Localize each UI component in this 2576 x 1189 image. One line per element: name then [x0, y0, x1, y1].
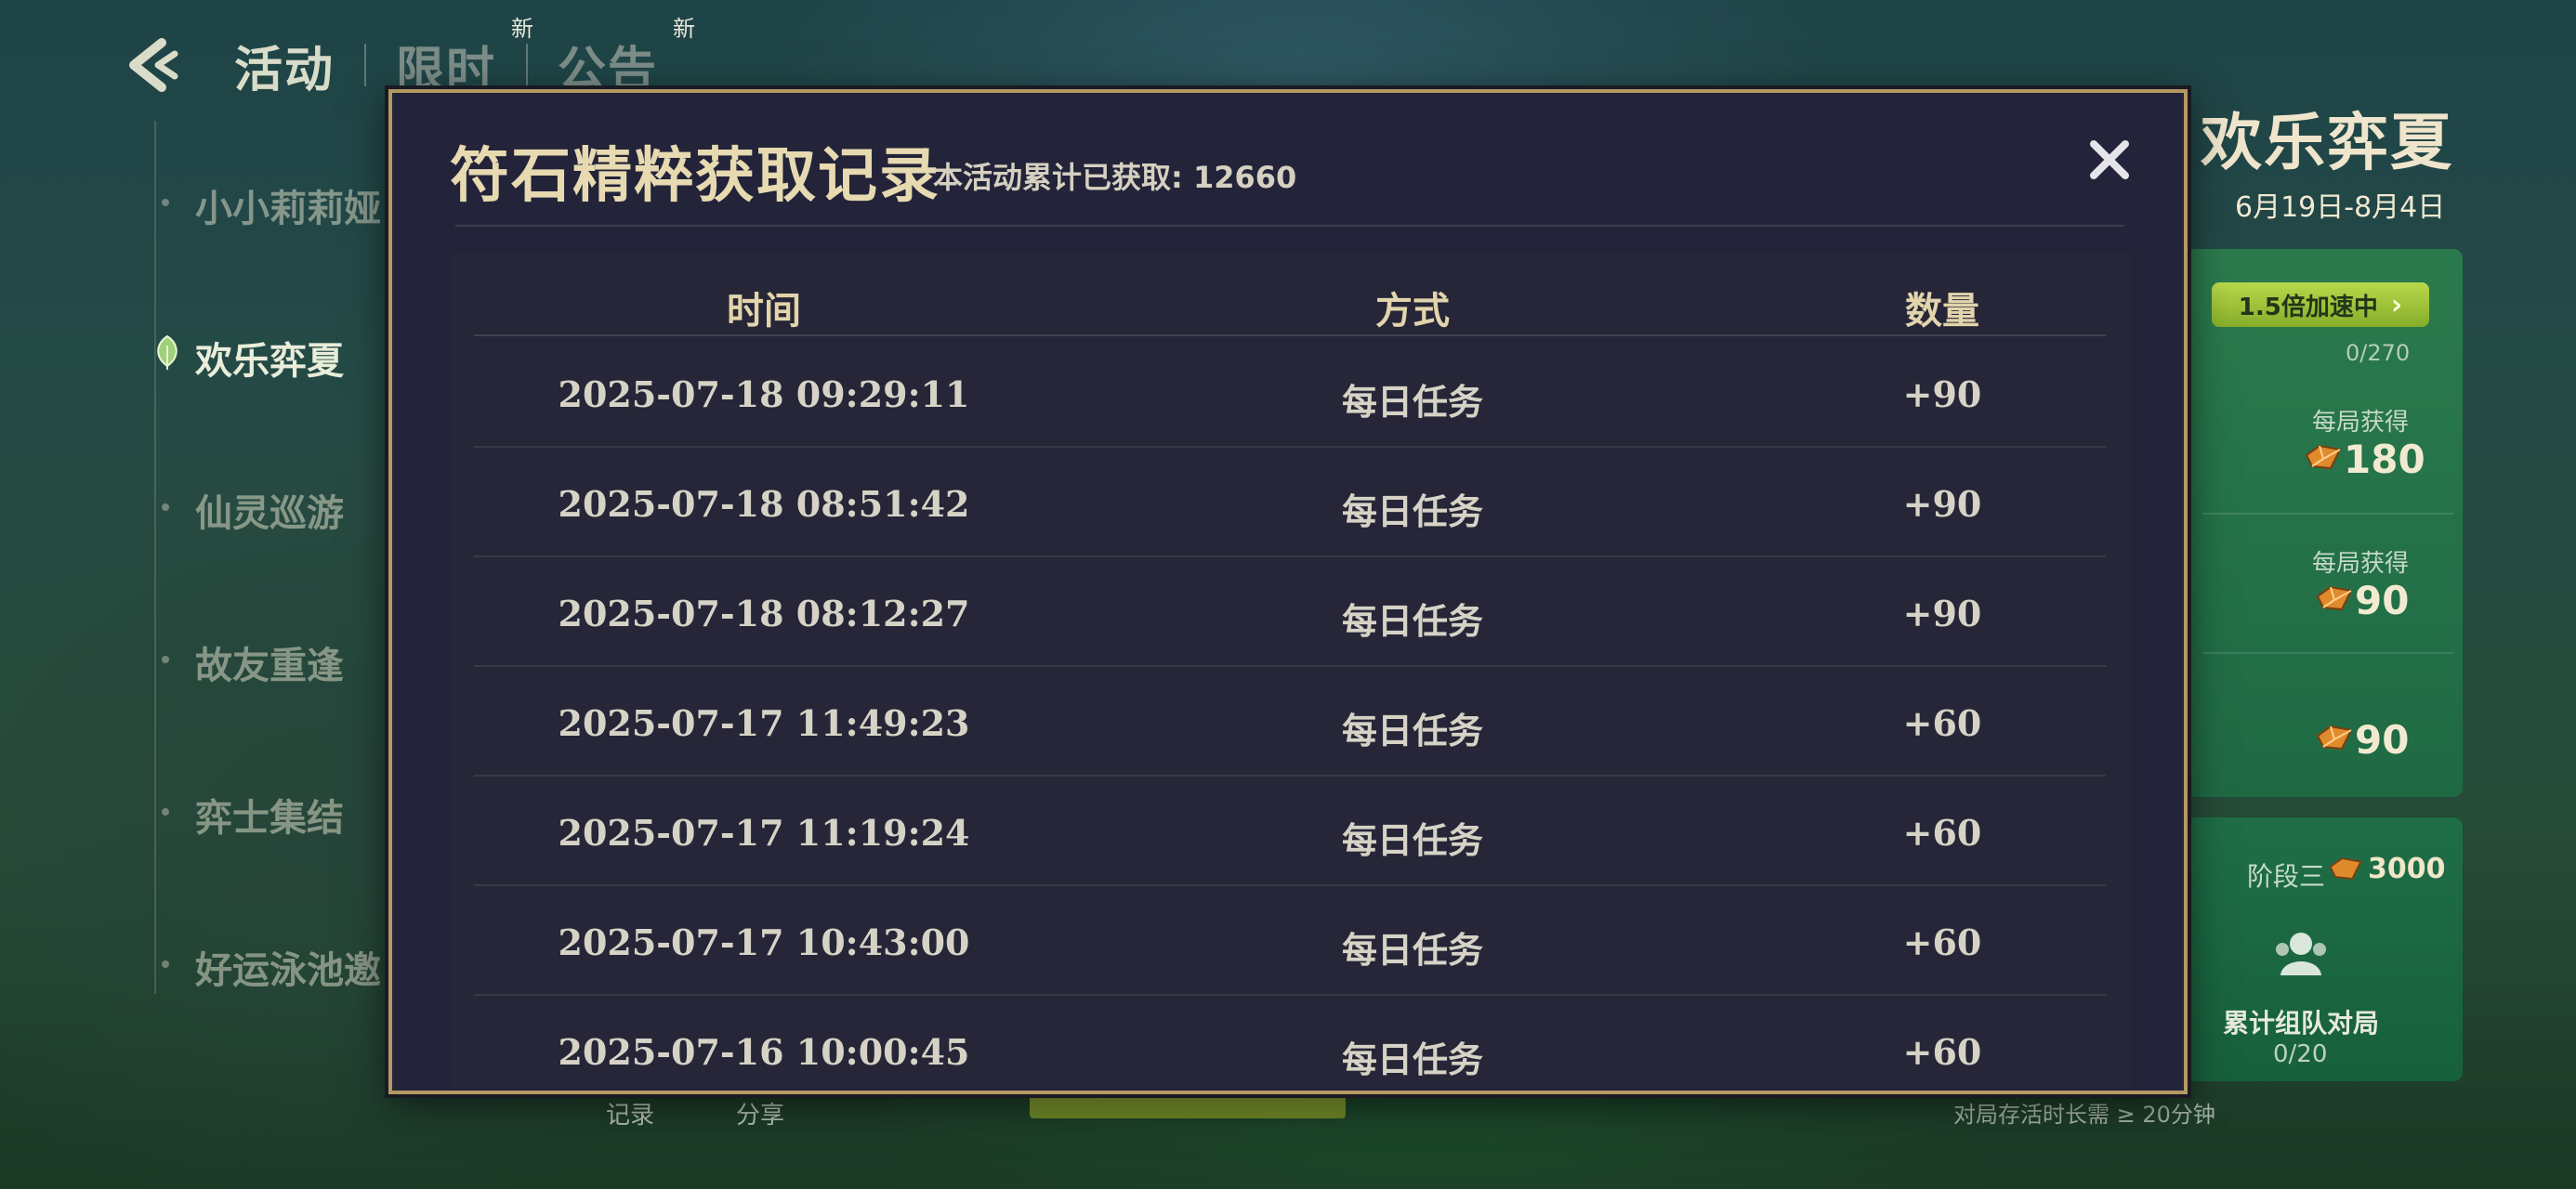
card-divider [2202, 513, 2453, 515]
record-amount: +60 [1902, 921, 1982, 963]
sidebar-item-summer[interactable]: 欢乐弈夏 [157, 331, 344, 385]
record-time: 2025-07-17 10:43:00 [558, 921, 970, 963]
record-method: 每日任务 [1341, 382, 1484, 423]
close-button[interactable] [2082, 132, 2137, 188]
record-time: 2025-07-18 09:29:11 [558, 373, 970, 415]
sidebar-dot [162, 808, 169, 816]
record-method: 每日任务 [1341, 820, 1484, 861]
rune-essence-icon [2305, 444, 2342, 470]
record-amount: +60 [1902, 1031, 1982, 1073]
record-time: 2025-07-16 10:00:45 [558, 1031, 970, 1073]
sidebar-dot [162, 199, 169, 206]
sidebar-item-spirit-tour[interactable]: 仙灵巡游 [162, 483, 344, 537]
event-title: 欢乐弈夏 [2201, 107, 2453, 178]
record-time: 2025-07-18 08:51:42 [558, 483, 970, 525]
table-row: 2025-07-16 10:00:45 每日任务 +60 [474, 994, 2106, 1089]
back-arrow-icon[interactable] [121, 37, 182, 93]
team-battle-label: 累计组队对局 [2223, 1008, 2380, 1039]
record-table[interactable]: 时间 方式 数量 2025-07-18 09:29:11 每日任务 +90 2025-… [450, 253, 2130, 1089]
tab-activity[interactable]: 活动 [204, 31, 364, 100]
table-row: 2025-07-18 08:51:42 每日任务 +90 [474, 446, 2106, 557]
record-amount: +90 [1902, 593, 1982, 634]
rune-essence-icon [2329, 857, 2362, 880]
gain-value: 90 [2355, 717, 2410, 763]
record-time: 2025-07-18 08:12:27 [558, 593, 970, 634]
record-modal: 符石精粹获取记录 本活动累计已获取: 12660 时间 方式 数量 2025-0… [388, 89, 2188, 1094]
team-icon [2276, 933, 2326, 975]
sidebar-dot [162, 503, 169, 511]
stage-value: 3000 [2368, 853, 2446, 885]
gain-label: 每局获得 [2312, 550, 2410, 578]
sidebar-dot [162, 960, 169, 968]
record-method: 每日任务 [1341, 601, 1484, 642]
record-time: 2025-07-17 11:49:23 [558, 702, 970, 744]
record-method: 每日任务 [1341, 711, 1484, 751]
share-button[interactable]: 分享 [736, 1096, 784, 1130]
record-amount: +90 [1902, 373, 1982, 415]
column-method: 方式 [1375, 290, 1450, 333]
record-amount: +60 [1902, 702, 1982, 744]
record-method: 每日任务 [1341, 491, 1484, 532]
modal-title: 符石精粹获取记录 [450, 142, 940, 211]
new-badge: 新 [673, 15, 698, 42]
gain-value: 90 [2355, 578, 2410, 623]
rune-essence-icon [2316, 725, 2353, 751]
speed-boost-label: 1.5倍加速中 [2238, 293, 2378, 321]
stage-label: 阶段三 [2247, 861, 2326, 892]
table-header: 时间 方式 数量 [474, 253, 2106, 336]
record-button[interactable]: 记录 [606, 1096, 654, 1130]
record-amount: +90 [1902, 483, 1982, 525]
record-amount: +60 [1902, 812, 1982, 854]
progress-count: 0/270 [2346, 340, 2411, 366]
total-obtained: 本活动累计已获取: 12660 [933, 160, 1297, 195]
record-time: 2025-07-17 11:19:24 [558, 812, 970, 854]
close-icon [2090, 140, 2129, 179]
survival-hint: 对局存活时长需 ≥ 20分钟 [1953, 1102, 2215, 1128]
sidebar-dot [162, 656, 169, 663]
sidebar-item-pool[interactable]: 好运泳池邀 [162, 940, 381, 994]
column-time: 时间 [727, 290, 801, 333]
gain-label: 每局获得 [2312, 409, 2410, 437]
speed-boost-button[interactable]: 1.5倍加速中 › [2212, 282, 2429, 327]
title-divider [455, 225, 2124, 227]
team-battle-progress: 0/20 [2273, 1040, 2328, 1068]
table-row: 2025-07-17 11:19:24 每日任务 +60 [474, 775, 2106, 886]
sidebar-item-reunion[interactable]: 故友重逢 [162, 635, 344, 689]
table-row: 2025-07-17 11:49:23 每日任务 +60 [474, 665, 2106, 777]
sidebar-item-lillia[interactable]: 小小莉莉娅 [162, 178, 381, 232]
record-method: 每日任务 [1341, 930, 1484, 971]
reward-card [2186, 249, 2463, 797]
chevron-right-icon: › [2390, 288, 2403, 321]
table-row: 2025-07-18 09:29:11 每日任务 +90 [474, 336, 2106, 448]
card-divider [2202, 652, 2453, 654]
gain-value: 180 [2344, 437, 2425, 482]
column-amount: 数量 [1905, 290, 1979, 333]
event-date: 6月19日-8月4日 [2235, 191, 2446, 224]
sidebar-track [154, 121, 156, 994]
sidebar-item-gather[interactable]: 弈士集结 [162, 788, 344, 842]
table-row: 2025-07-17 10:43:00 每日任务 +60 [474, 884, 2106, 996]
rune-essence-icon [2316, 585, 2353, 611]
leaf-icon [157, 334, 177, 370]
table-row: 2025-07-18 08:12:27 每日任务 +90 [474, 555, 2106, 667]
record-method: 每日任务 [1341, 1039, 1484, 1080]
